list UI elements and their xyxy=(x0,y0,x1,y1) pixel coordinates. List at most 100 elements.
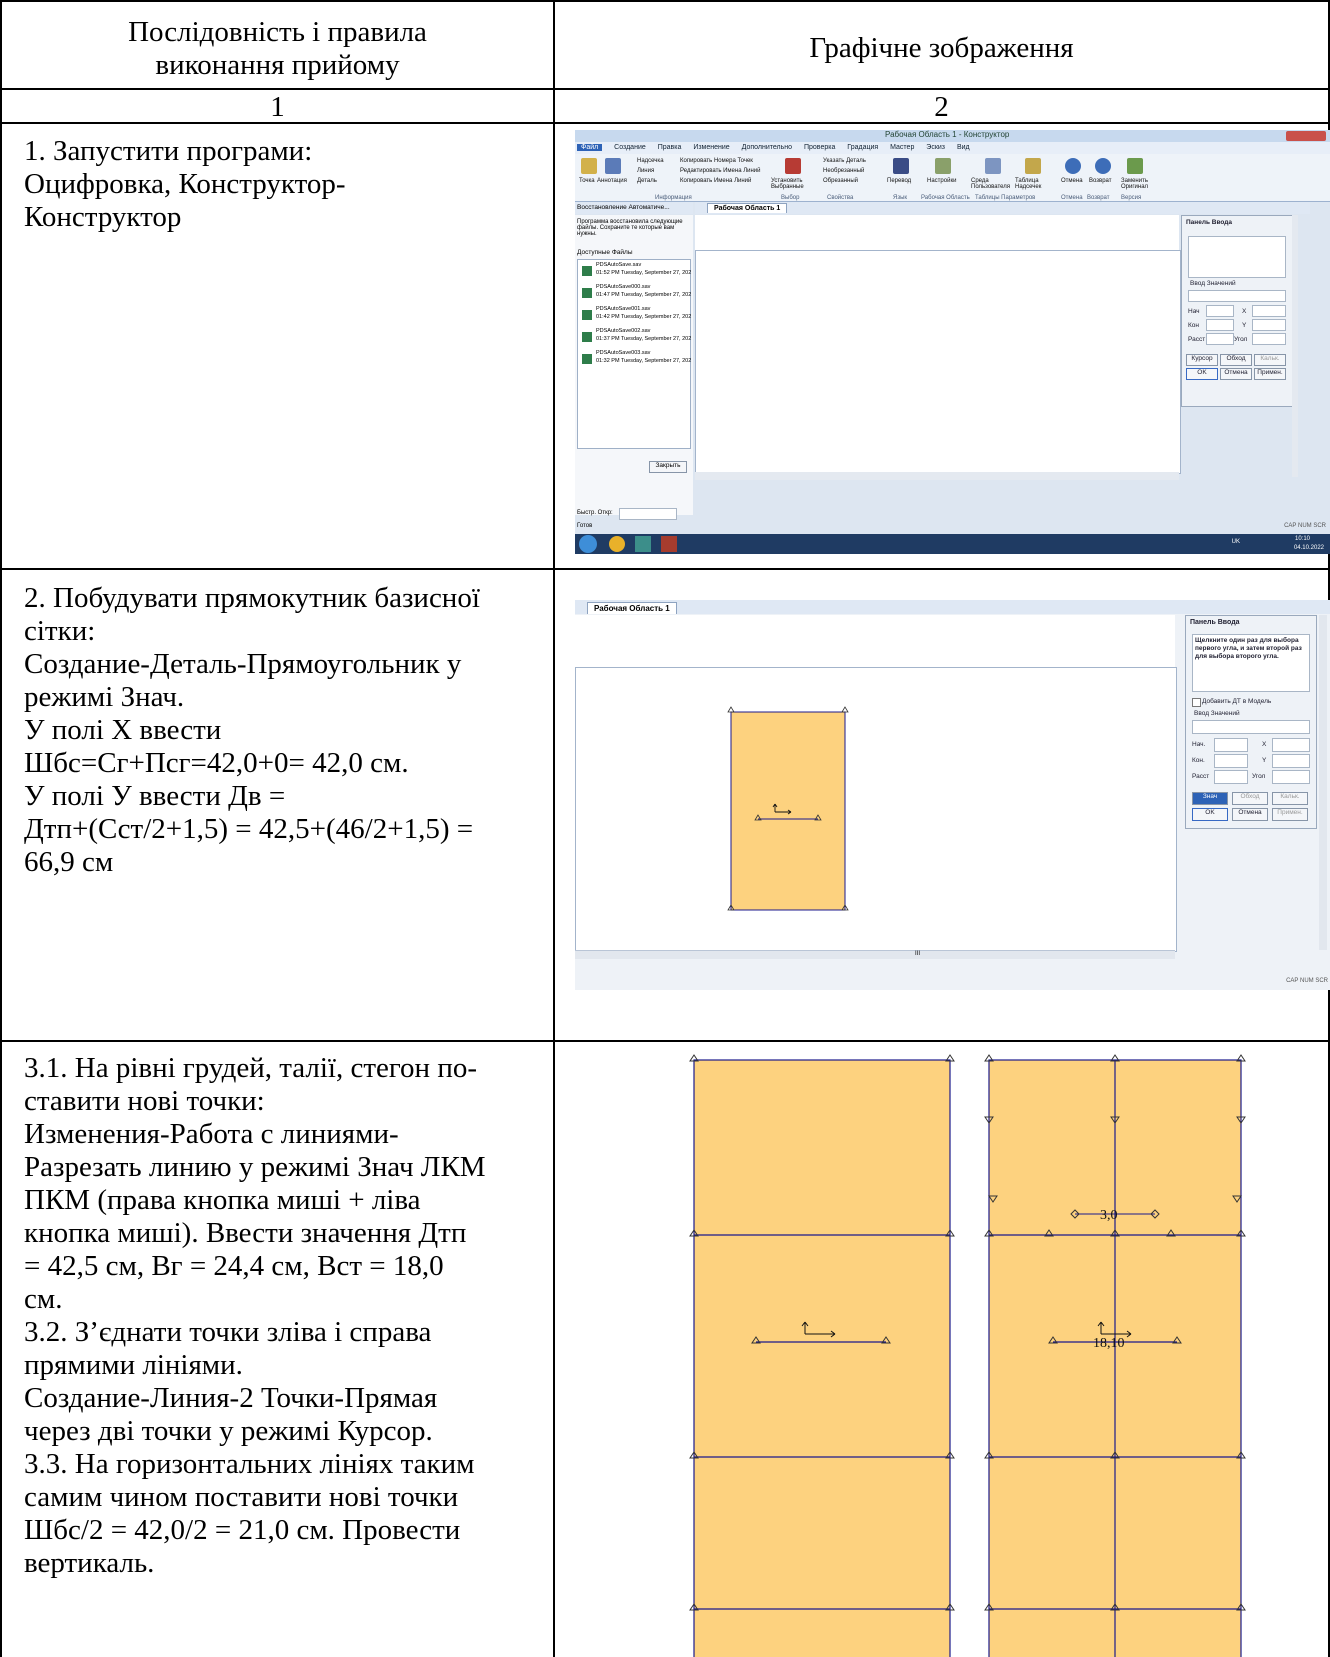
cancel-button[interactable]: Отмена xyxy=(1232,808,1268,821)
distance-field[interactable] xyxy=(1214,770,1248,784)
y-field[interactable] xyxy=(1252,319,1286,331)
angle-field[interactable] xyxy=(1272,770,1310,784)
redo-icon[interactable] xyxy=(1095,158,1111,174)
list-item[interactable]: PDSAutoSave002.sav 01:37 PM Tuesday, Sep… xyxy=(580,328,691,348)
ribbon-button-set-selected[interactable]: Установить Выбранные xyxy=(771,178,811,190)
list-item[interactable]: PDSAutoSave000.sav 01:47 PM Tuesday, Sep… xyxy=(580,284,691,304)
menu-item-file[interactable]: Файл xyxy=(577,144,603,151)
settings-icon[interactable] xyxy=(935,158,951,174)
cancel-button[interactable]: Отмена xyxy=(1220,368,1252,380)
start-field[interactable] xyxy=(1206,305,1234,317)
distance-field[interactable] xyxy=(1206,333,1234,345)
replace-original-icon[interactable] xyxy=(1127,158,1143,174)
tray-language[interactable]: UK xyxy=(1232,539,1240,545)
vertical-scrollbar[interactable] xyxy=(1292,215,1298,477)
explorer-icon[interactable] xyxy=(635,536,651,552)
ribbon-button-notch[interactable]: Надсечка xyxy=(637,158,664,164)
menu-item-create[interactable]: Создание xyxy=(614,144,646,151)
ribbon-button-annotation[interactable]: Аннотация xyxy=(597,178,627,184)
end-field[interactable] xyxy=(1206,319,1234,331)
file-time: 01:42 PM Tuesday, September 27, 202 xyxy=(596,314,692,320)
ribbon-button-user-environment[interactable]: Среда Пользователя xyxy=(971,178,1015,190)
base-rectangle xyxy=(730,711,846,911)
traverse-button[interactable]: Обход xyxy=(1220,354,1252,366)
menu-item-extra[interactable]: Дополнительно xyxy=(742,144,792,151)
list-item[interactable]: PDSAutoSave001.sav 01:42 PM Tuesday, Sep… xyxy=(580,306,692,326)
ribbon-button-cut[interactable]: Обрезанный xyxy=(823,178,858,184)
input-panel-title: Панель Ввода xyxy=(1186,219,1232,226)
label-start: Нач xyxy=(1188,308,1200,315)
menu-item-change[interactable]: Изменение xyxy=(693,144,729,151)
menu-item-grading[interactable]: Градация xyxy=(847,144,878,151)
x-field[interactable] xyxy=(1272,738,1310,752)
scroll-marker: III xyxy=(915,951,921,957)
chrome-icon[interactable] xyxy=(609,536,625,552)
ok-button[interactable]: OK xyxy=(1186,368,1218,380)
window-controls[interactable] xyxy=(1286,131,1326,141)
y-field[interactable] xyxy=(1272,754,1310,768)
tab-workspace-1[interactable]: Рабочая Область 1 xyxy=(707,203,788,213)
quick-open-input[interactable] xyxy=(619,508,677,520)
ribbon-button-translate[interactable]: Перевод xyxy=(887,178,911,184)
point-tool-icon[interactable] xyxy=(581,158,597,174)
apply-button[interactable]: Примен. xyxy=(1272,808,1308,821)
annotation-tool-icon[interactable] xyxy=(605,158,621,174)
column-number-right: 2 xyxy=(934,91,949,123)
set-selected-icon[interactable] xyxy=(785,158,801,174)
file-icon xyxy=(582,266,592,276)
start-button-icon[interactable] xyxy=(579,535,597,553)
ribbon-button-copy-point-numbers[interactable]: Копировать Номера Точек xyxy=(680,158,753,164)
horizontal-scrollbar[interactable]: III xyxy=(575,950,1175,959)
input-panel-hint: Щелкните один раз для выбора первого угл… xyxy=(1192,634,1310,692)
calc-button[interactable]: Кальк. xyxy=(1272,792,1308,805)
notch-table-icon[interactable] xyxy=(1025,158,1041,174)
list-item[interactable]: PDSAutoSave003.sav 01:32 PM Tuesday, Sep… xyxy=(580,350,691,370)
translate-icon[interactable] xyxy=(893,158,909,174)
menu-item-edit[interactable]: Правка xyxy=(658,144,682,151)
ribbon-button-replace-original[interactable]: Заменить Оригинал xyxy=(1121,178,1157,190)
traverse-button[interactable]: Обход xyxy=(1232,792,1268,805)
step-1-text: 1. Запустити програми: Оцифровка, Констр… xyxy=(24,135,346,233)
end-field[interactable] xyxy=(1214,754,1248,768)
ribbon-button-point[interactable]: Точка xyxy=(579,178,595,184)
file-name: PDSAutoSave001.sav xyxy=(596,306,651,312)
ribbon-button-copy-line-names[interactable]: Копировать Имена Линий xyxy=(680,178,751,184)
undo-icon[interactable] xyxy=(1065,158,1081,174)
ribbon-button-edit-line-names[interactable]: Редактировать Имена Линий xyxy=(680,168,761,174)
menu-item-master[interactable]: Мастер xyxy=(890,144,914,151)
ribbon-button-line[interactable]: Линия xyxy=(637,168,654,174)
ok-button[interactable]: OK xyxy=(1192,808,1228,821)
vertical-scrollbar[interactable] xyxy=(1319,615,1327,950)
cursor-mode-button[interactable]: Курсор xyxy=(1186,354,1218,366)
menu-item-check[interactable]: Проверка xyxy=(804,144,835,151)
drawing-canvas[interactable] xyxy=(695,250,1181,474)
value-input-field[interactable] xyxy=(1188,290,1286,302)
menu-item-view[interactable]: Вид xyxy=(957,144,970,151)
screenshot-program-launch: Рабочая Область 1 - Конструктор Файл Соз… xyxy=(575,130,1330,554)
x-field[interactable] xyxy=(1252,305,1286,317)
list-item[interactable]: PDSAutoSave.sav 01:52 PM Tuesday, Septem… xyxy=(580,262,691,282)
add-dt-checkbox[interactable] xyxy=(1192,698,1201,707)
apply-button[interactable]: Примен. xyxy=(1254,368,1286,380)
ribbon-button-settings[interactable]: Настройки xyxy=(927,178,956,184)
ribbon-button-notch-table[interactable]: Таблица Надсечек xyxy=(1015,178,1055,190)
ribbon-button-uncut[interactable]: Необрезанный xyxy=(823,168,864,174)
angle-field[interactable] xyxy=(1252,333,1286,345)
calc-button[interactable]: Кальк. xyxy=(1254,354,1286,366)
menu-bar: Файл Создание Правка Изменение Дополните… xyxy=(575,142,1330,154)
value-input-field[interactable] xyxy=(1192,720,1310,734)
user-environment-icon[interactable] xyxy=(985,158,1001,174)
ribbon-group-language: Язык xyxy=(893,195,908,201)
menu-item-sketch[interactable]: Эскиз xyxy=(926,144,945,151)
value-mode-button[interactable]: Знач xyxy=(1192,792,1228,805)
ribbon-button-redo[interactable]: Возврат xyxy=(1089,178,1112,184)
ribbon-button-undo[interactable]: Отмена xyxy=(1061,178,1083,184)
corner-marker xyxy=(727,706,735,713)
close-button[interactable]: Закрыть xyxy=(649,461,687,473)
horizontal-scrollbar[interactable] xyxy=(695,472,1179,480)
file-name: PDSAutoSave000.sav xyxy=(596,284,651,290)
start-field[interactable] xyxy=(1214,738,1248,752)
app-icon[interactable] xyxy=(661,536,677,552)
ribbon-button-select-piece[interactable]: Указать Деталь xyxy=(823,158,866,164)
ribbon-button-piece[interactable]: Деталь xyxy=(637,178,657,184)
